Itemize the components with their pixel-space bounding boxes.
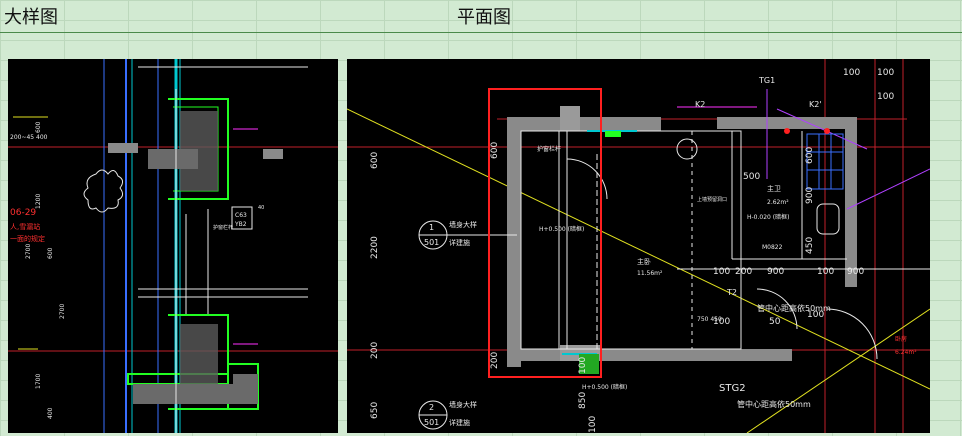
plan-drawing-canvas: 1 501 2 501 墙身大样 详建施 墙身大样 详建施 护窗栏杆 H+0.5… (347, 59, 930, 433)
dim-bottom-1: 100 (578, 357, 588, 374)
dim-mid-5: 900 (847, 267, 864, 277)
detail-dim-1: 600 (35, 121, 42, 133)
height-label-1: H+0.500 (暗框) (539, 225, 584, 233)
detail-note-number: 06-29 (10, 208, 36, 218)
dim-right-1: 600 (805, 147, 815, 164)
dim-mid-6: 100 (713, 317, 730, 327)
m0822-label: M0822 (762, 244, 783, 251)
detail-small-label: 40 (258, 205, 264, 211)
detail-dim-4: 2700 (25, 244, 32, 259)
detail-tag-bottom: YB2 (234, 221, 247, 228)
dim-mid-1: 100 (713, 267, 730, 277)
hole-label: 上墙预留洞口 (697, 196, 727, 203)
detail-dim-5: 2700 (59, 304, 66, 319)
k2-prime-label: K2' (809, 100, 822, 109)
header-divider (0, 32, 962, 33)
dim-left-5: 200 (490, 352, 500, 369)
see-architecture-label-2: 详建施 (449, 418, 470, 427)
dim-top-2: 100 (877, 68, 894, 78)
callout-2-sheet: 501 (424, 418, 439, 427)
plan-drawing-image[interactable]: 1 501 2 501 墙身大样 详建施 墙身大样 详建施 护窗栏杆 H+0.5… (347, 59, 930, 433)
bath-label: 主卫 (767, 184, 781, 193)
detail-left-label: 200~45 400 (10, 134, 48, 141)
dim-mid-7: 50 (769, 317, 781, 327)
dim-mid-8: 100 (807, 310, 824, 320)
height-label-3: H-0.020 (暗框) (747, 213, 789, 221)
pipe-label-2: 管中心距高依50mm (737, 399, 811, 409)
callout-1-number: 1 (429, 223, 434, 232)
dim-left-6: 600 (490, 142, 500, 159)
detail-note-line2: 一面的规定 (10, 234, 45, 243)
wall-detail-label: 墙身大样 (449, 220, 477, 229)
dim-right-3: 900 (805, 187, 815, 204)
detail-dim-7: 400 (47, 407, 54, 419)
dim-left-4: 650 (370, 402, 380, 419)
dim-top-3: 100 (877, 92, 894, 102)
header-left-title: 大样图 (4, 7, 58, 28)
dim-500: 500 (743, 172, 760, 182)
see-architecture-label: 详建施 (449, 238, 470, 247)
highlight-rectangle (488, 88, 602, 378)
callout-2-number: 2 (429, 403, 434, 412)
detail-tag-top: C63 (235, 212, 247, 219)
dim-mid-2: 200 (735, 267, 752, 277)
stg2-label: STG2 (719, 383, 746, 394)
room2-area-label: 6.24m² (895, 349, 917, 356)
detail-drawing-canvas: 200~45 400 06-29 人,雪漏站 一面的规定 600 1200 60… (8, 59, 338, 433)
k2-label: K2 (695, 100, 705, 109)
callout-1-sheet: 501 (424, 238, 439, 247)
dim-left-2: 2200 (370, 236, 380, 259)
guardrail-label: 护窗栏杆 (537, 145, 561, 153)
height-label-2: H+0.500 (暗框) (582, 383, 627, 391)
detail-dim-2: 1200 (35, 194, 42, 209)
tg1-label: TG1 (758, 76, 775, 85)
dim-bottom-3: 100 (588, 416, 598, 433)
bath-area-label: 2.62m² (767, 199, 789, 206)
detail-note-line1: 人,雪漏站 (10, 222, 40, 231)
t2-label: T2 (726, 288, 737, 297)
dim-bottom-2: 850 (578, 392, 588, 409)
dim-mid-3: 900 (767, 267, 784, 277)
dim-top-1: 100 (843, 68, 860, 78)
room2-label: 卧房 (895, 335, 907, 343)
detail-dim-6: 1700 (35, 374, 42, 389)
wall-detail-label-2: 墙身大样 (449, 400, 477, 409)
master-bedroom-label: 主卧 (637, 257, 651, 266)
header-right-title: 平面图 (457, 7, 511, 28)
detail-drawing-image[interactable]: 200~45 400 06-29 人,雪漏站 一面的规定 600 1200 60… (8, 59, 338, 433)
detail-rail-label: 护窗栏杆 (213, 224, 233, 231)
dim-mid-4: 100 (817, 267, 834, 277)
dim-left-1: 600 (370, 152, 380, 169)
detail-dim-3: 600 (47, 247, 54, 259)
dim-left-3: 200 (370, 342, 380, 359)
master-bedroom-area: 11.56m² (637, 270, 663, 277)
dim-right-2: 450 (805, 237, 815, 254)
